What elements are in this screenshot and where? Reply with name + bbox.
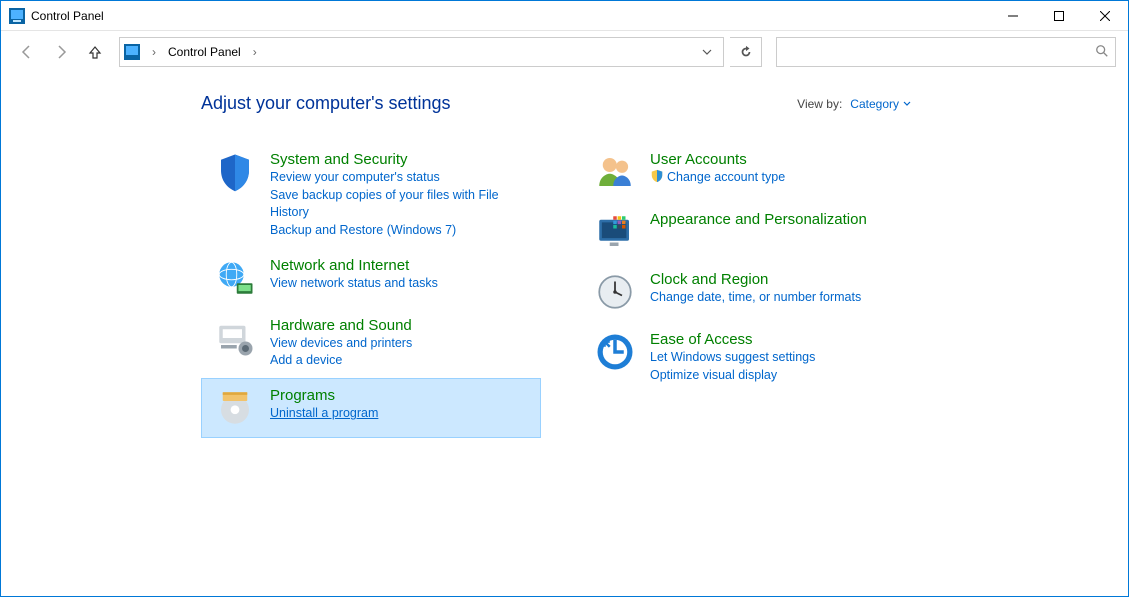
window-title: Control Panel [31, 9, 104, 23]
page-heading: Adjust your computer's settings [201, 93, 451, 114]
category-programs: ProgramsUninstall a program [201, 378, 541, 438]
category-columns: System and SecurityReview your computer'… [201, 142, 921, 438]
category-title[interactable]: Hardware and Sound [270, 317, 412, 334]
category-body: Clock and RegionChange date, time, or nu… [650, 271, 861, 313]
address-bar[interactable]: › Control Panel › [119, 37, 724, 67]
back-button[interactable] [13, 38, 41, 66]
category-title[interactable]: Network and Internet [270, 257, 438, 274]
chevron-right-icon[interactable]: › [146, 45, 162, 59]
search-icon[interactable] [1095, 44, 1109, 61]
breadcrumb-icon [124, 44, 140, 60]
category-link[interactable]: Review your computer's status [270, 169, 528, 186]
content-area: Adjust your computer's settings View by:… [1, 73, 1128, 596]
category-appearance: Appearance and Personalization [581, 202, 921, 262]
category-body: Ease of AccessLet Windows suggest settin… [650, 331, 815, 384]
category-body: ProgramsUninstall a program [270, 387, 378, 429]
category-body: Hardware and SoundView devices and print… [270, 317, 412, 370]
content-inner: Adjust your computer's settings View by:… [201, 93, 921, 438]
category-body: Appearance and Personalization [650, 211, 867, 253]
maximize-button[interactable] [1036, 1, 1082, 31]
navbar: › Control Panel › [1, 31, 1128, 73]
up-button[interactable] [81, 38, 109, 66]
category-link[interactable]: Change account type [650, 169, 785, 186]
category-link[interactable]: Add a device [270, 352, 412, 369]
titlebar-left: Control Panel [9, 8, 104, 24]
heading-row: Adjust your computer's settings View by:… [201, 93, 921, 114]
clock-region-icon[interactable] [594, 271, 636, 313]
category-clock-region: Clock and RegionChange date, time, or nu… [581, 262, 921, 322]
category-body: Network and InternetView network status … [270, 257, 438, 299]
category-title[interactable]: Appearance and Personalization [650, 211, 867, 228]
left-column: System and SecurityReview your computer'… [201, 142, 541, 438]
refresh-button[interactable] [730, 37, 762, 67]
user-accounts-icon[interactable] [594, 151, 636, 193]
titlebar: Control Panel [1, 1, 1128, 31]
viewby-label: View by: [797, 97, 842, 111]
window: Control Panel [0, 0, 1129, 597]
hardware-sound-icon[interactable] [214, 317, 256, 359]
system-security-icon[interactable] [214, 151, 256, 193]
category-hardware-sound: Hardware and SoundView devices and print… [201, 308, 541, 379]
address-dropdown[interactable] [695, 38, 719, 66]
search-input[interactable] [783, 45, 1095, 59]
category-title[interactable]: User Accounts [650, 151, 785, 168]
search-box[interactable] [776, 37, 1116, 67]
category-title[interactable]: Ease of Access [650, 331, 815, 348]
app-icon [9, 8, 25, 24]
breadcrumb: › Control Panel › [124, 44, 263, 60]
window-controls [990, 1, 1128, 31]
viewby-value: Category [850, 97, 899, 111]
category-link[interactable]: Save backup copies of your files with Fi… [270, 187, 528, 221]
category-network-internet: Network and InternetView network status … [201, 248, 541, 308]
category-link[interactable]: Change date, time, or number formats [650, 289, 861, 306]
appearance-icon[interactable] [594, 211, 636, 253]
category-link[interactable]: Backup and Restore (Windows 7) [270, 222, 528, 239]
category-title[interactable]: System and Security [270, 151, 528, 168]
viewby-container: View by: Category [797, 97, 911, 111]
network-internet-icon[interactable] [214, 257, 256, 299]
category-link[interactable]: Let Windows suggest settings [650, 349, 815, 366]
ease-of-access-icon[interactable] [594, 331, 636, 373]
category-user-accounts: User AccountsChange account type [581, 142, 921, 202]
close-button[interactable] [1082, 1, 1128, 31]
category-link[interactable]: View network status and tasks [270, 275, 438, 292]
viewby-dropdown[interactable]: Category [850, 97, 911, 111]
chevron-down-icon [903, 100, 911, 108]
category-ease-of-access: Ease of AccessLet Windows suggest settin… [581, 322, 921, 393]
category-link[interactable]: View devices and printers [270, 335, 412, 352]
forward-button[interactable] [47, 38, 75, 66]
minimize-button[interactable] [990, 1, 1036, 31]
category-link[interactable]: Optimize visual display [650, 367, 815, 384]
chevron-right-icon[interactable]: › [247, 45, 263, 59]
programs-icon[interactable] [214, 387, 256, 429]
category-link[interactable]: Uninstall a program [270, 405, 378, 422]
right-column: User AccountsChange account type Appearan… [581, 142, 921, 438]
breadcrumb-root[interactable]: Control Panel [168, 45, 241, 59]
category-body: User AccountsChange account type [650, 151, 785, 193]
category-system-security: System and SecurityReview your computer'… [201, 142, 541, 248]
category-title[interactable]: Clock and Region [650, 271, 861, 288]
category-body: System and SecurityReview your computer'… [270, 151, 528, 239]
category-title[interactable]: Programs [270, 387, 378, 404]
